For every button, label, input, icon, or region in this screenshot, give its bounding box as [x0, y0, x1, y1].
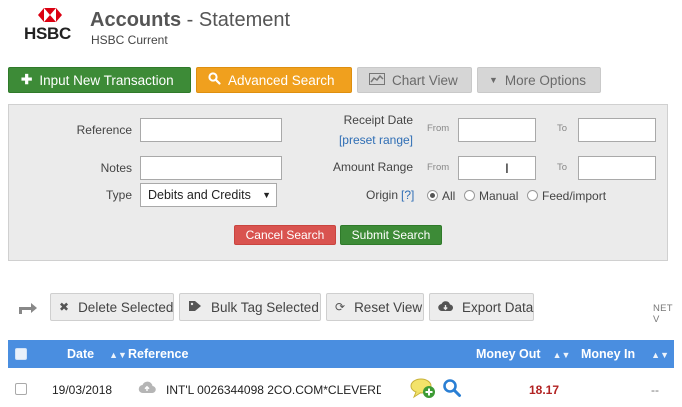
- refresh-icon: ⟳: [335, 300, 346, 314]
- cancel-search-button[interactable]: Cancel Search: [234, 225, 336, 245]
- notes-label: Notes: [100, 161, 132, 175]
- page-title-main: Accounts: [90, 9, 182, 31]
- type-select-value: Debits and Credits: [148, 188, 251, 202]
- type-label: Type: [105, 188, 132, 202]
- origin-feed-label: Feed/import: [542, 189, 607, 203]
- export-data-button[interactable]: Export Data: [429, 293, 534, 321]
- origin-manual-radio[interactable]: [464, 190, 475, 201]
- row-money-in: --: [651, 383, 659, 397]
- more-options-label: More Options: [504, 72, 586, 88]
- hsbc-hexagon-icon: [38, 8, 62, 22]
- row-date: 19/03/2018: [52, 383, 113, 397]
- close-icon: ✖: [59, 300, 70, 314]
- account-name: HSBC Current: [91, 33, 168, 47]
- origin-all-label: All: [442, 189, 456, 203]
- column-money-out-label: Money Out: [476, 347, 541, 361]
- amount-to-input[interactable]: [578, 156, 656, 180]
- row-reference: INT'L 0026344098 2CO.COM*CLEVERD: [166, 383, 381, 397]
- type-select[interactable]: Debits and Credits ▼: [140, 183, 277, 207]
- select-all-checkbox[interactable]: [15, 348, 27, 360]
- table-header: Date ▲▼ Reference Money Out ▲▼ Money In ▲▼: [8, 340, 674, 368]
- export-data-label: Export Data: [462, 299, 534, 315]
- column-money-out[interactable]: Money Out ▲▼: [476, 347, 570, 361]
- table-row[interactable]: 19/03/2018 INT'L 0026344098 2CO.COM*CLEV…: [8, 372, 674, 407]
- receipt-to-label: To: [557, 123, 568, 134]
- bulk-tag-selected-button[interactable]: Bulk Tag Selected: [179, 293, 321, 321]
- reference-input[interactable]: [140, 118, 282, 142]
- column-reference[interactable]: Reference: [128, 347, 188, 361]
- logo-text: HSBC: [24, 24, 71, 43]
- bulk-tag-selected-label: Bulk Tag Selected: [211, 299, 319, 315]
- column-money-in-label: Money In: [581, 347, 636, 361]
- search-icon: [208, 72, 221, 88]
- column-date[interactable]: Date ▲▼: [67, 347, 127, 361]
- origin-feed-radio[interactable]: [527, 190, 538, 201]
- arrow-right-icon: [17, 299, 39, 320]
- chart-view-label: Chart View: [392, 72, 458, 88]
- column-money-in[interactable]: Money In ▲▼: [581, 347, 669, 361]
- column-date-label: Date: [67, 347, 95, 361]
- hsbc-logo: HSBC: [24, 8, 76, 43]
- receipt-date-label: Receipt Date: [343, 113, 413, 127]
- cloud-download-icon: [438, 300, 454, 315]
- caret-down-icon: ▼: [489, 75, 498, 85]
- amount-from-label: From: [427, 162, 450, 173]
- amount-to-label: To: [557, 162, 568, 173]
- origin-manual-label: Manual: [479, 189, 519, 203]
- reset-view-button[interactable]: ⟳ Reset View: [326, 293, 424, 321]
- row-checkbox[interactable]: [15, 383, 27, 395]
- page-title: Accounts - Statement: [90, 9, 290, 32]
- chart-icon: [369, 72, 385, 88]
- input-new-transaction-button[interactable]: ✚ Input New Transaction: [8, 67, 191, 93]
- reference-label: Reference: [76, 123, 132, 137]
- input-new-transaction-label: Input New Transaction: [39, 72, 174, 88]
- delete-selected-button[interactable]: ✖ Delete Selected: [50, 293, 174, 321]
- delete-selected-label: Delete Selected: [78, 299, 174, 315]
- sort-icon: ▲▼: [651, 350, 669, 360]
- search-icon[interactable]: [442, 378, 462, 401]
- receipt-from-label: From: [427, 123, 450, 134]
- submit-search-button[interactable]: Submit Search: [340, 225, 442, 245]
- more-options-button[interactable]: ▼ More Options: [477, 67, 601, 93]
- chart-view-button[interactable]: Chart View: [357, 67, 472, 93]
- origin-label: Origin: [366, 188, 399, 202]
- notes-input[interactable]: [140, 156, 282, 180]
- origin-help-link[interactable]: [?]: [401, 188, 414, 202]
- reset-view-label: Reset View: [354, 299, 423, 315]
- chevron-down-icon: ▼: [262, 190, 271, 200]
- preset-range-link[interactable]: [preset range]: [339, 133, 413, 147]
- amount-from-input[interactable]: I: [458, 156, 536, 180]
- text-cursor-icon: I: [505, 160, 509, 176]
- receipt-date-to-input[interactable]: [578, 118, 656, 142]
- advanced-search-panel: Reference Notes Type Debits and Credits …: [8, 104, 668, 261]
- page-title-suffix: - Statement: [181, 9, 291, 31]
- add-note-icon[interactable]: [410, 377, 436, 402]
- advanced-search-button[interactable]: Advanced Search: [196, 67, 352, 93]
- cloud-upload-icon: [138, 381, 156, 397]
- tag-icon: [188, 300, 202, 315]
- sort-icon: ▲▼: [552, 350, 571, 360]
- sort-icon: ▲▼: [109, 350, 127, 360]
- origin-all-radio[interactable]: [427, 190, 438, 201]
- plus-icon: ✚: [21, 72, 33, 87]
- amount-range-label: Amount Range: [332, 160, 413, 174]
- receipt-date-from-input[interactable]: [458, 118, 536, 142]
- advanced-search-label: Advanced Search: [228, 72, 335, 88]
- row-money-out: 18.17: [529, 383, 560, 397]
- net-value-label: NET V: [653, 303, 673, 325]
